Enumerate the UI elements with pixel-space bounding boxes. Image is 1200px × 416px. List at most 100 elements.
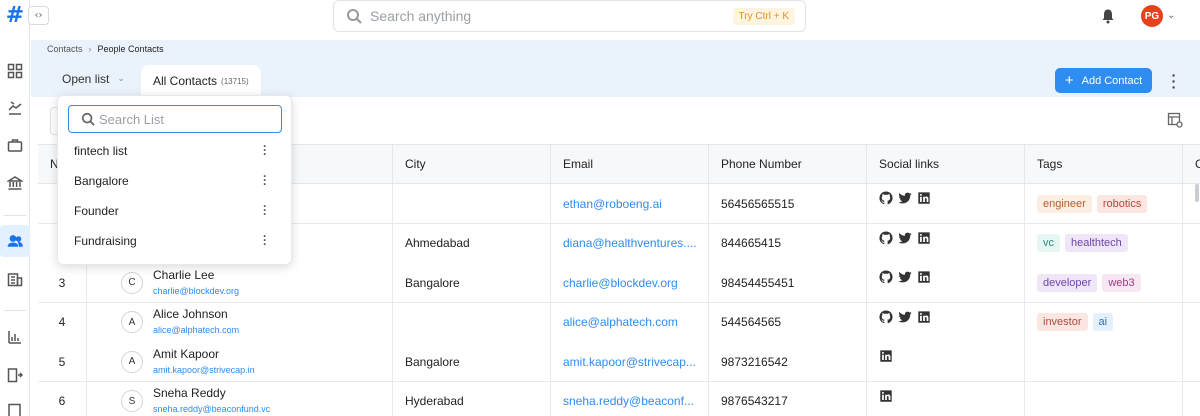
city-cell: Bangalore [392, 263, 550, 302]
tab-all-contacts-label: All Contacts [153, 74, 218, 88]
github-icon[interactable] [879, 191, 893, 205]
contact-name[interactable]: Charlie Lee [153, 267, 239, 283]
linkedin-icon[interactable] [879, 349, 893, 363]
deals-icon[interactable] [4, 97, 26, 119]
twitter-icon[interactable] [898, 231, 912, 245]
table-row[interactable]: 4 A Alice Johnson alice@alphatech.com alice@… [38, 302, 1200, 343]
briefcase-icon[interactable] [4, 134, 26, 156]
github-icon[interactable] [879, 270, 893, 284]
global-search-placeholder: Search anything [370, 8, 472, 24]
name-cell[interactable]: C Charlie Lee charlie@blockdev.org [86, 263, 392, 302]
col-header-tags[interactable]: Tags [1024, 145, 1182, 185]
linkedin-icon[interactable] [917, 231, 931, 245]
documents-icon[interactable] [4, 400, 26, 416]
col-header-phone[interactable]: Phone Number [708, 145, 866, 185]
open-list-dropdown[interactable]: Open list ⌄ [62, 72, 125, 86]
tags-cell [1024, 381, 1182, 416]
more-options-icon[interactable]: · · · [1169, 68, 1179, 94]
twitter-icon[interactable] [898, 310, 912, 324]
breadcrumb-people-contacts: People Contacts [97, 44, 164, 54]
twitter-icon[interactable] [898, 191, 912, 205]
bell-icon[interactable] [1100, 8, 1116, 24]
list-item-label: Founder [74, 204, 119, 218]
more-options-icon[interactable]: · · · [258, 230, 272, 250]
tag-badge[interactable]: web3 [1102, 273, 1141, 292]
col-header-next[interactable]: C [1182, 145, 1200, 185]
tag-badge[interactable]: investor [1037, 313, 1088, 331]
social-links [879, 230, 931, 245]
column-settings-icon[interactable] [1167, 112, 1183, 128]
twitter-icon[interactable] [898, 270, 912, 284]
linkedin-icon[interactable] [917, 310, 931, 324]
email-link[interactable]: charlie@blockdev.org [563, 276, 678, 290]
social-cell [866, 263, 1024, 302]
table-row[interactable]: 6 S Sneha Reddy sneha.reddy@beaconfund.vc Hy… [38, 381, 1200, 416]
table-row[interactable]: 3 C Charlie Lee charlie@blockdev.org Bangalo… [38, 263, 1200, 303]
table-row[interactable]: 5 A Amit Kapoor amit.kapoor@strivecap.in Ban… [38, 342, 1200, 382]
email-link[interactable]: alice@alphatech.com [563, 315, 678, 329]
city-cell: Bangalore [392, 342, 550, 381]
email-link[interactable]: sneha.reddy@beaconf... [563, 394, 694, 408]
more-options-icon[interactable]: · · · [258, 170, 272, 190]
contact-name[interactable]: Amit Kapoor [153, 346, 255, 362]
list-item-fundraising[interactable]: Fundraising · · · [58, 226, 291, 256]
tag-badge[interactable]: robotics [1096, 194, 1148, 213]
user-avatar[interactable]: PG [1141, 5, 1163, 27]
breadcrumb-contacts[interactable]: Contacts [47, 44, 83, 54]
name-cell[interactable]: A Amit Kapoor amit.kapoor@strivecap.in [86, 342, 392, 381]
tag-badge[interactable]: ai [1092, 313, 1114, 331]
company-icon[interactable] [4, 268, 26, 290]
linkedin-icon[interactable] [917, 191, 931, 205]
contact-name-text: Amit Kapoor amit.kapoor@strivecap.in [153, 346, 255, 378]
collapse-sidebar-button[interactable]: ‹› [28, 6, 49, 25]
col-header-email[interactable]: Email [550, 145, 708, 185]
contact-email-sub[interactable]: charlie@blockdev.org [153, 283, 239, 299]
tag-badge[interactable]: engineer [1037, 194, 1092, 213]
email-link[interactable]: ethan@roboeng.ai [563, 197, 662, 211]
table-scrollbar[interactable] [1195, 184, 1199, 202]
contact-email-sub[interactable]: sneha.reddy@beaconfund.vc [153, 401, 270, 416]
add-contact-button[interactable]: + Add Contact [1055, 68, 1152, 93]
github-icon[interactable] [879, 230, 893, 245]
chevron-down-icon[interactable]: ⌄ [1167, 10, 1175, 21]
tags-cell: investor ai [1024, 302, 1182, 342]
contacts-icon[interactable] [0, 225, 30, 257]
analytics-icon[interactable] [4, 326, 26, 348]
col-header-city[interactable]: City [392, 145, 550, 185]
email-cell: sneha.reddy@beaconf... [550, 381, 708, 416]
contact-name-block: A Amit Kapoor amit.kapoor@strivecap.in [121, 346, 255, 378]
social-links [879, 191, 931, 205]
email-link[interactable]: diana@healthventures.... [563, 236, 697, 250]
open-list-label: Open list [62, 72, 110, 86]
dashboard-icon[interactable] [4, 60, 26, 82]
list-item-bangalore[interactable]: Bangalore · · · [58, 166, 291, 196]
list-item-label: Bangalore [74, 174, 129, 188]
tab-all-contacts[interactable]: All Contacts (13715) [141, 65, 261, 97]
row-number: 3 [58, 275, 66, 290]
tag-badge[interactable]: healthtech [1065, 234, 1128, 252]
search-list-input[interactable]: Search List [68, 105, 282, 133]
bank-icon[interactable] [4, 172, 26, 194]
contact-email-sub[interactable]: amit.kapoor@strivecap.in [153, 362, 255, 378]
email-link[interactable]: amit.kapoor@strivecap... [563, 355, 696, 369]
name-cell[interactable]: S Sneha Reddy sneha.reddy@beaconfund.vc [86, 381, 392, 416]
tag-badge[interactable]: developer [1037, 273, 1098, 292]
name-cell[interactable]: A Alice Johnson alice@alphatech.com [86, 302, 392, 342]
contact-name-block: S Sneha Reddy sneha.reddy@beaconfund.vc [121, 385, 270, 416]
more-options-icon[interactable]: · · · [258, 140, 272, 160]
github-icon[interactable] [879, 309, 893, 324]
tag-badge[interactable]: vc [1037, 234, 1060, 252]
app-logo[interactable]: # [4, 4, 26, 28]
export-icon[interactable] [4, 364, 26, 386]
contact-email-sub[interactable]: alice@alphatech.com [153, 322, 239, 338]
linkedin-icon[interactable] [917, 270, 931, 284]
list-item-founder[interactable]: Founder · · · [58, 196, 291, 226]
col-header-social[interactable]: Social links [866, 145, 1024, 185]
contact-name[interactable]: Sneha Reddy [153, 385, 270, 401]
city-cell: Hyderabad [392, 381, 550, 416]
contact-name[interactable]: Alice Johnson [153, 306, 239, 322]
global-search[interactable]: Search anything Try Ctrl + K [333, 0, 806, 32]
list-item-fintech[interactable]: fintech list · · · [58, 136, 291, 166]
more-options-icon[interactable]: · · · [258, 200, 272, 220]
linkedin-icon[interactable] [879, 389, 893, 403]
